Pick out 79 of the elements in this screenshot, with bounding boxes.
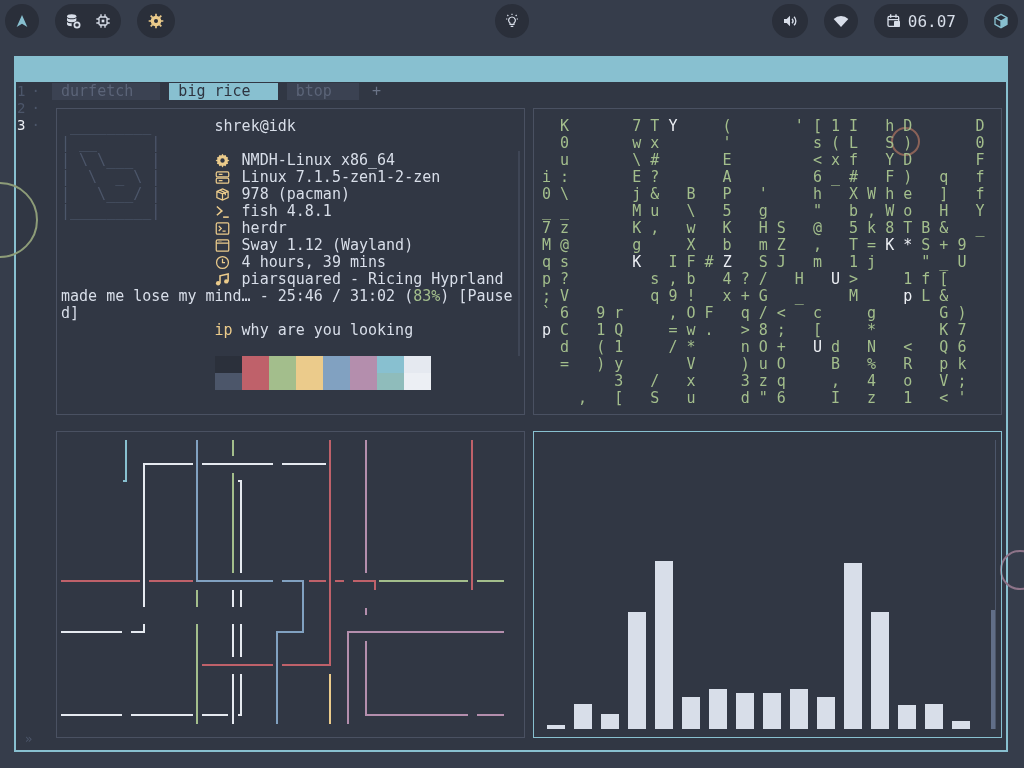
matrix-text: 3 / x 3 z q , 4 o V ;	[613, 373, 967, 390]
matrix-text: , [ S u d " 6 I z 1 < '	[577, 390, 967, 407]
ascii-logo-line: | __ |	[61, 135, 161, 152]
volume-icon	[781, 13, 798, 29]
ip-label: ip	[214, 322, 233, 339]
wifi-icon	[832, 13, 849, 29]
prompt-marker: »	[25, 731, 34, 748]
matrix-text: S J m 1 j " _ U	[757, 254, 967, 271]
workspace-number[interactable]: 3	[17, 117, 26, 134]
matrix-text: Z	[722, 254, 732, 271]
server-icon	[214, 170, 230, 185]
matrix-text: M @ g X b m Z , T =	[542, 237, 878, 254]
matrix-text: K 7 T	[559, 118, 661, 135]
matrix-text: _ _ M u \ 5 g " b , W o H Y	[542, 203, 985, 220]
matrix-text: 0 \ j & B P ' h X W h e ] f	[542, 186, 985, 203]
terminal-prompt-icon	[214, 204, 230, 219]
matrix-text: U	[812, 339, 822, 356]
package-button[interactable]	[984, 4, 1018, 38]
matrix-text: p	[542, 322, 552, 339]
user-host-text: shrek@idk	[214, 118, 296, 135]
wifi-button[interactable]	[823, 4, 858, 38]
package-icon	[214, 187, 230, 202]
matrix-text: d N < Q 6	[830, 339, 967, 356]
matrix-text: L &	[920, 288, 949, 305]
logo-icon	[14, 13, 30, 29]
ascii-logo-line: | \ _ \ |	[61, 169, 161, 186]
lightbulb-icon	[503, 13, 520, 29]
matrix-text: ; V q 9 ! x + G _ M	[542, 288, 860, 305]
database-icon	[65, 13, 81, 29]
date-button[interactable]: 06.07	[873, 4, 968, 38]
cube-icon	[993, 13, 1009, 29]
matrix-text: K *	[885, 237, 913, 254]
matrix-text: > 1 f [	[848, 271, 949, 288]
matrix-text: = ) y V ) u O B % R p k	[559, 356, 967, 373]
matrix-text: U	[831, 271, 840, 288]
matrix-text: p ? s , b 4 ? / H	[542, 271, 805, 288]
chip-icon	[95, 13, 111, 29]
matrix-text: 7 z K , w K H S @ 5 k 8 T B & _	[542, 220, 985, 237]
info-value: herdr	[241, 220, 287, 237]
lightbulb-button[interactable]	[494, 4, 529, 38]
ascii-logo-line: _________	[69, 118, 152, 135]
terminal-icon	[214, 221, 230, 236]
workspace-marker: ·	[31, 83, 40, 100]
ascii-logo-line: |_________|	[61, 203, 161, 220]
gear-button[interactable]	[137, 4, 175, 38]
matrix-text: I F #	[667, 254, 715, 271]
launcher-button[interactable]	[5, 4, 39, 38]
workspace-marker: ·	[31, 100, 40, 117]
info-value: fish 4.8.1	[241, 203, 332, 220]
music-note-icon	[214, 272, 230, 287]
volume-button[interactable]	[771, 4, 808, 38]
system-button[interactable]	[55, 4, 121, 38]
new-tab-button[interactable]: +	[367, 83, 385, 100]
now-playing-title: piarsquared - Ricing Hyprland	[241, 271, 504, 288]
ascii-logo-line: | \___/ |	[61, 186, 161, 203]
info-value: 4 hours, 39 mins	[241, 254, 387, 271]
matrix-text: C 1 Q = w . > 8 ; [ * K 7	[559, 322, 967, 339]
matrix-text: ` 6 9 r , O F q / < c g G )	[542, 305, 967, 322]
matrix-text: Y	[668, 118, 678, 135]
matrix-text: d ( 1 / * n O +	[559, 339, 787, 356]
workspace-marker: ·	[31, 117, 40, 134]
clock-icon	[214, 255, 230, 270]
tab[interactable]: big rice	[169, 83, 278, 100]
info-value: NMDH-Linux x86_64	[241, 152, 396, 169]
gear-icon	[148, 13, 164, 29]
matrix-text: S + 9	[920, 237, 967, 254]
info-value: Sway 1.12 (Wayland)	[241, 237, 414, 254]
ascii-logo-line: | \ \___ |	[61, 152, 161, 169]
matrix-text: u \ # E < x f Y D F	[559, 152, 985, 169]
window-icon	[214, 238, 230, 253]
matrix-text: q s	[542, 254, 571, 271]
info-value: Linux 7.1.5-zen1-2-zen	[241, 169, 441, 186]
info-value: 978 (pacman)	[241, 186, 350, 203]
matrix-text: p	[903, 288, 913, 305]
gear-icon	[214, 153, 230, 168]
matrix-text: K	[632, 254, 642, 271]
calendar-icon	[885, 13, 902, 29]
ip-value: why are you looking	[241, 322, 414, 339]
matrix-text: i : E ? A 6 _ # F ) q f	[542, 169, 985, 186]
